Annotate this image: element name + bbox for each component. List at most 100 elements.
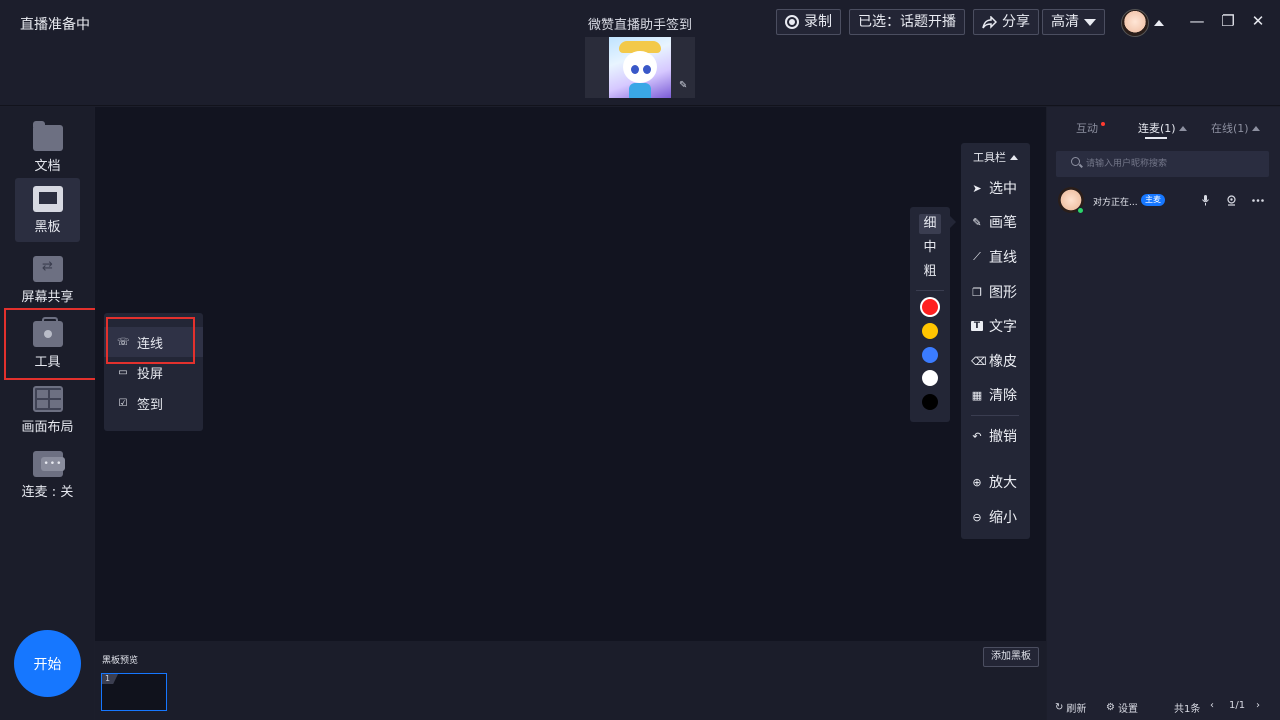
tools-menu-label: 投屏 (137, 366, 164, 382)
chevron-up-icon[interactable] (1154, 20, 1164, 26)
microphone-icon[interactable] (1202, 195, 1209, 206)
tab-label: 互动 (1076, 122, 1098, 135)
pen-color-red[interactable] (922, 299, 938, 315)
sidebar-item-label: 文档 (34, 159, 61, 174)
tool-label: 图形 (989, 285, 1017, 301)
quality-label: 高清 (1051, 14, 1079, 30)
chevron-up-icon (1010, 154, 1018, 160)
tool-label: 缩小 (989, 510, 1017, 526)
pen-size-thin[interactable]: 细 (919, 214, 941, 234)
refresh-label: 刷新 (1066, 704, 1087, 715)
checkin-icon: ☑ (118, 397, 128, 409)
tab-online[interactable]: 在线(1) (1211, 120, 1260, 136)
blackboard-thumbnail[interactable]: 1 (101, 673, 167, 711)
tool-eraser[interactable]: ⌫ 橡皮 (971, 350, 1017, 372)
tool-label: 文字 (989, 319, 1017, 335)
tool-zoom-in[interactable]: ⊕ 放大 (971, 471, 1017, 493)
chat-icon (32, 451, 66, 477)
tool-clear[interactable]: ▦ 清除 (971, 384, 1017, 406)
tools-menu-label: 签到 (137, 397, 164, 413)
pen-color-yellow[interactable] (922, 323, 938, 339)
zoom-in-icon: ⊕ (972, 475, 982, 489)
next-page-button[interactable]: › (1256, 700, 1260, 711)
edit-cover-icon[interactable]: ✎ (679, 80, 687, 91)
preview-label: 黑板预览 (102, 656, 139, 666)
sidebar-item-tools[interactable]: 工具 (15, 313, 80, 377)
pen-options-panel: 细 中 粗 (910, 207, 950, 422)
camera-icon[interactable] (1226, 195, 1237, 206)
sidebar-item-layout[interactable]: 画面布局 (10, 378, 85, 442)
sidebar-item-documents[interactable]: 文档 (15, 117, 80, 181)
tab-co-host[interactable]: 连麦(1) (1138, 120, 1187, 136)
chevron-left-icon: ‹ (1210, 700, 1214, 711)
share-icon (982, 15, 997, 29)
cast-screen-icon: ▭ (118, 366, 128, 378)
drawing-toolbar: 工具栏 ➤ 选中 ✎ 画笔 ⟋ 直线 ❐ 图形 T 文字 ⌫ 橡皮 ▦ 清除 ↶ 撤销 ⊕ 放大 … (961, 143, 1030, 539)
start-live-button[interactable]: 开始 (14, 630, 81, 697)
pen-color-blue[interactable] (922, 347, 938, 363)
screen-share-icon (32, 256, 63, 282)
live-cover-image[interactable] (609, 37, 671, 98)
pen-size-thick[interactable]: 粗 (919, 262, 941, 282)
toolbar-header[interactable]: 工具栏 (961, 147, 1030, 167)
refresh-button[interactable]: ↻ 刷新 (1055, 700, 1086, 715)
sidebar-item-co-host[interactable]: 连麦 : 关 (10, 443, 85, 507)
tool-label: 直线 (989, 250, 1017, 266)
quality-select[interactable]: 高清 (1042, 9, 1105, 35)
eraser-icon: ⌫ (971, 354, 987, 368)
tab-interaction[interactable]: 互动 (1076, 120, 1105, 136)
restore-button[interactable]: ❐ (1217, 10, 1239, 32)
settings-button[interactable]: ⚙ 设置 (1106, 700, 1138, 715)
chevron-up-icon (1251, 125, 1260, 131)
record-button[interactable]: 录制 (776, 9, 841, 35)
host-badge: 主麦 (1141, 194, 1165, 206)
right-panel: 互动 连麦(1) 在线(1) 对方正在... 主麦 ↻ 刷新 ⚙ 设置 共1条 … (1047, 107, 1280, 720)
tool-select[interactable]: ➤ 选中 (971, 177, 1017, 199)
more-options-icon[interactable] (1252, 199, 1264, 202)
list-item[interactable]: 对方正在... 主麦 (1056, 187, 1271, 217)
tool-zoom-out[interactable]: ⊖ 缩小 (971, 506, 1017, 528)
sidebar-item-label: 工具 (34, 355, 61, 370)
toolbar-title: 工具栏 (973, 151, 1006, 164)
tools-menu-item-cast[interactable]: ▭ 投屏 (104, 357, 203, 387)
live-status-text: 直播准备中 (20, 17, 90, 33)
minimize-button[interactable]: — (1186, 10, 1208, 32)
tool-undo[interactable]: ↶ 撤销 (971, 425, 1017, 447)
tool-label: 画笔 (989, 215, 1017, 231)
total-count: 共1条 (1174, 704, 1201, 715)
tool-text[interactable]: T 文字 (971, 315, 1017, 337)
tool-pen[interactable]: ✎ 画笔 (971, 211, 1017, 233)
left-sidebar: 文档 黑板 屏幕共享 工具 画面布局 连麦 : 关 (0, 107, 94, 720)
tools-menu-item-connect[interactable]: ☏ 连线 (104, 327, 203, 357)
pen-panel-pointer (950, 216, 956, 228)
user-avatar[interactable] (1121, 9, 1149, 37)
pen-color-white[interactable] (922, 370, 938, 386)
online-status-dot (1077, 207, 1084, 214)
tool-shape[interactable]: ❐ 图形 (971, 281, 1017, 303)
record-label: 录制 (804, 14, 832, 30)
prev-page-button[interactable]: ‹ (1210, 700, 1214, 711)
unread-dot (1101, 122, 1105, 126)
tab-label: 在线(1) (1211, 122, 1249, 135)
pen-color-black[interactable] (922, 394, 938, 410)
toolbox-icon (32, 317, 63, 347)
sidebar-item-blackboard[interactable]: 黑板 (15, 178, 80, 242)
topic-select-button[interactable]: 已选：话题开播 (849, 9, 965, 35)
blackboard-canvas[interactable] (95, 107, 1046, 641)
tools-menu-item-checkin[interactable]: ☑ 签到 (104, 388, 203, 418)
tool-label: 放大 (989, 475, 1017, 491)
cover-character-eye (643, 65, 651, 74)
sidebar-item-screen-share[interactable]: 屏幕共享 (10, 248, 85, 312)
pen-icon: ✎ (972, 215, 982, 229)
add-blackboard-button[interactable]: 添加黑板 (983, 647, 1039, 667)
topic-select-label: 已选：话题开播 (858, 14, 956, 30)
share-button[interactable]: 分享 (973, 9, 1039, 35)
tool-line[interactable]: ⟋ 直线 (971, 246, 1017, 268)
sidebar-item-label: 黑板 (34, 220, 61, 235)
user-search-input[interactable] (1056, 151, 1269, 177)
pen-size-medium[interactable]: 中 (919, 238, 941, 258)
layout-icon (32, 386, 63, 412)
close-button[interactable]: ✕ (1247, 10, 1269, 32)
search-icon (1071, 157, 1080, 166)
text-icon: T (971, 321, 983, 331)
